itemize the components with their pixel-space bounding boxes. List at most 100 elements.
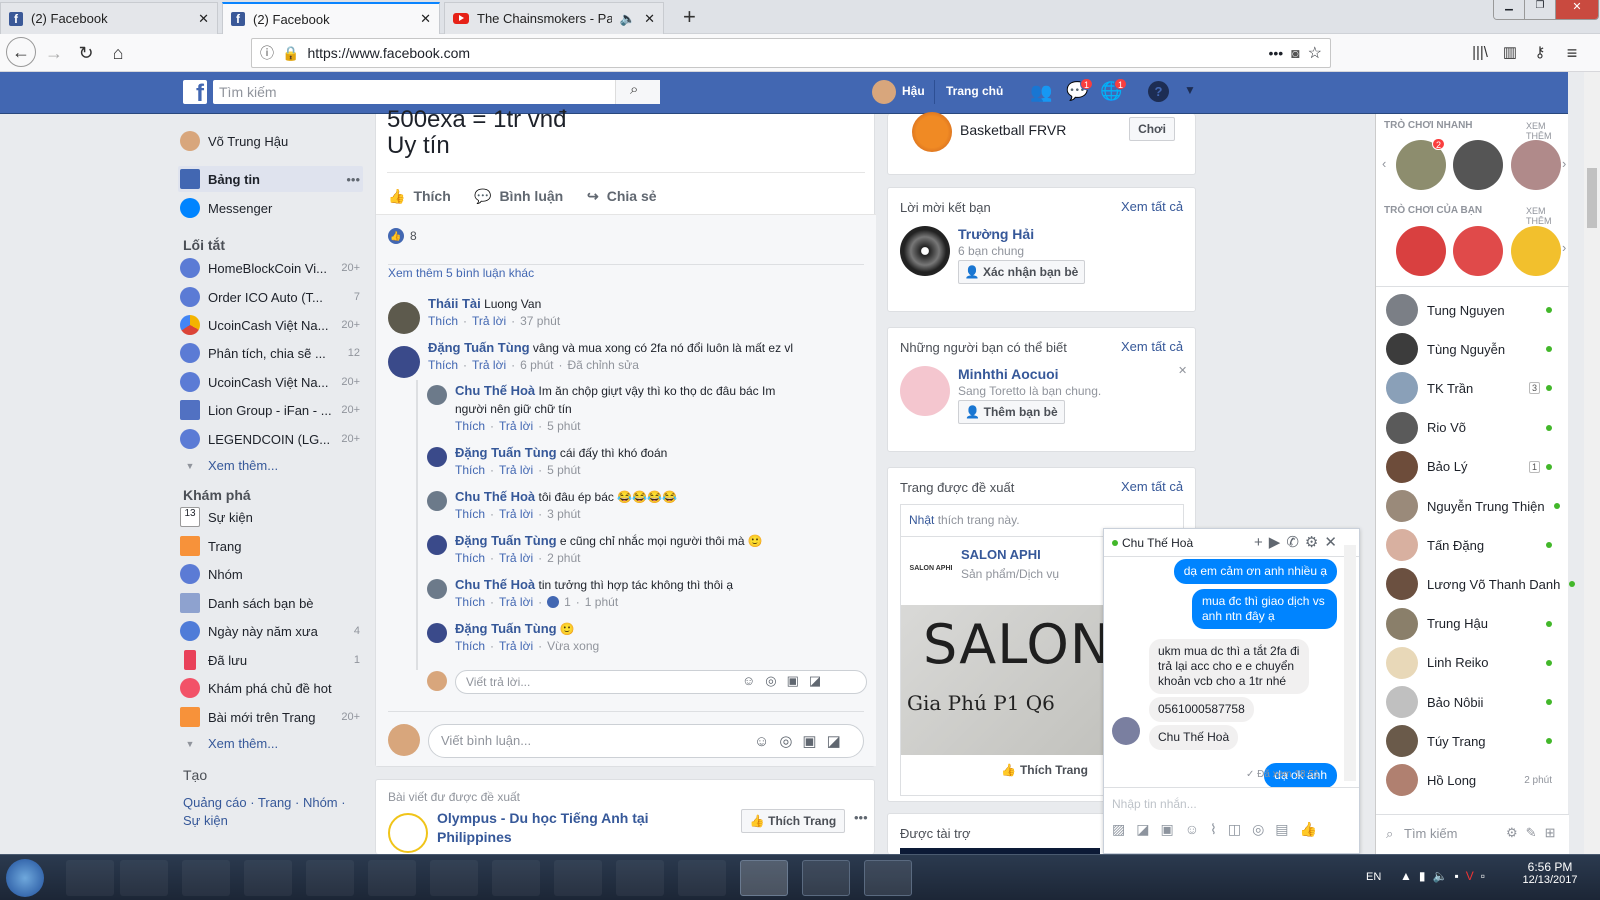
chat-friend-item[interactable]: Lương Võ Thanh Danh — [1386, 568, 1576, 601]
sticker-icon[interactable]: ◪ — [827, 733, 851, 750]
reply-like-link[interactable]: Thích — [455, 463, 485, 477]
facebook-logo-icon[interactable]: f — [183, 80, 207, 107]
chat-friend-item[interactable]: Bảo Nôbii — [1386, 686, 1566, 718]
start-button[interactable] — [6, 859, 44, 897]
url-bar[interactable]: ⓘ 🔒 https://www.facebook.com ••• ◙ ☆ — [251, 38, 1331, 68]
comment-reply-link[interactable]: Trả lời — [472, 358, 506, 372]
camera-icon[interactable]: ◎ — [765, 673, 786, 688]
shortcut-item[interactable]: Order ICO Auto (T... 7 — [180, 287, 360, 307]
reply-time[interactable]: 5 phút — [547, 419, 580, 433]
more-options-icon[interactable]: ••• — [346, 172, 360, 187]
replier-name[interactable]: Đặng Tuấn Tùng — [455, 445, 557, 460]
chevron-up-icon[interactable]: ▲ — [1400, 869, 1419, 883]
like-page-button[interactable]: 👍 Thích Trang — [741, 809, 845, 833]
search-button[interactable]: ⌕ — [615, 80, 660, 104]
request-avatar[interactable] — [900, 226, 950, 276]
gif-icon[interactable]: ▣ — [787, 673, 809, 688]
commenter-name[interactable]: Đặng Tuấn Tùng — [428, 340, 530, 355]
comment-like-link[interactable]: Thích — [428, 358, 458, 372]
shortcut-item[interactable]: Phân tích, chia sẽ ... 12 — [180, 343, 360, 363]
reply-avatar[interactable] — [427, 491, 447, 511]
speaker-icon[interactable]: 🔈 — [620, 11, 636, 27]
share-button[interactable]: ↪ Chia sẻ — [587, 188, 657, 205]
see-more-shortcuts[interactable]: ▼ Xem thêm... — [180, 458, 360, 473]
reply-avatar[interactable] — [427, 447, 447, 467]
close-tab-icon[interactable]: ✕ — [644, 11, 655, 27]
sidebar-item-saved[interactable]: Đã lưu 1 — [180, 650, 360, 670]
thumbs-up-icon[interactable]: 👍 — [1300, 821, 1328, 837]
reactions-summary[interactable]: 👍 8 — [388, 228, 417, 244]
help-icon[interactable]: ? — [1148, 81, 1169, 102]
reply-avatar[interactable] — [427, 535, 447, 555]
gif-icon[interactable]: ▣ — [802, 733, 826, 750]
paint-icon[interactable] — [616, 860, 664, 896]
compose-icon[interactable]: ✎ — [1526, 825, 1545, 840]
reply-like-link[interactable]: Thích — [455, 419, 485, 433]
replier-name[interactable]: Chu Thế Hoà — [455, 577, 535, 592]
calendar-icon[interactable]: ▤ — [1275, 821, 1299, 837]
volume-icon[interactable]: 🔈 — [1433, 869, 1455, 883]
sticker-icon[interactable]: ◪ — [809, 673, 831, 688]
see-more-games-link[interactable]: XEM THÊM — [1526, 206, 1568, 226]
app-icon[interactable] — [430, 860, 478, 896]
chat-friend-item[interactable]: Rio Võ — [1386, 411, 1566, 444]
app-icon[interactable] — [802, 860, 850, 896]
bookmark-star-icon[interactable]: ☆ — [1308, 43, 1322, 63]
winrar-icon[interactable] — [306, 860, 354, 896]
comment-time[interactable]: 37 phút — [520, 314, 560, 328]
reply-time[interactable]: Vừa xong — [547, 639, 599, 653]
reply-like-link[interactable]: Thích — [455, 639, 485, 653]
play-button[interactable]: Chơi — [1129, 117, 1175, 141]
mutual-friends[interactable]: 6 bạn chung — [958, 244, 1024, 258]
word-icon[interactable] — [678, 860, 726, 896]
friend-link[interactable]: Nhật — [909, 513, 934, 527]
gear-icon[interactable]: ⚙ — [1506, 825, 1526, 840]
chevron-right-icon[interactable]: › — [1562, 240, 1566, 255]
pymk-avatar[interactable] — [900, 366, 950, 416]
notification-icon[interactable]: ▫ — [1481, 869, 1492, 883]
see-all-link[interactable]: Xem tất cả — [1121, 199, 1183, 214]
reply-time[interactable]: 3 phút — [547, 507, 580, 521]
comment-reply-link[interactable]: Trả lời — [472, 314, 506, 328]
chevron-left-icon[interactable]: ‹ — [1382, 156, 1386, 171]
sidebar-item-messenger[interactable]: Messenger — [180, 198, 360, 218]
chat-input[interactable]: Nhập tin nhắn... — [1112, 797, 1197, 811]
reply-time[interactable]: 2 phút — [547, 551, 580, 565]
chat-search-input[interactable]: Tìm kiếm — [1404, 826, 1457, 841]
vietkey-icon[interactable]: V — [1466, 869, 1481, 883]
firefox-icon[interactable] — [740, 860, 788, 896]
media-player-icon[interactable] — [368, 860, 416, 896]
phone-icon[interactable]: ✆ — [1286, 534, 1305, 551]
key-icon[interactable]: ⚷ — [1526, 39, 1554, 67]
library-icon[interactable]: |||\ — [1466, 39, 1494, 67]
salon-logo[interactable]: SALON APHI — [909, 547, 953, 591]
app-icon[interactable] — [492, 860, 540, 896]
reply-avatar[interactable] — [427, 579, 447, 599]
replier-name[interactable]: Đặng Tuấn Tùng — [455, 621, 557, 636]
reply-like-link[interactable]: Thích — [455, 507, 485, 521]
profile-link[interactable]: Hậu — [902, 84, 925, 98]
chrome-icon[interactable] — [244, 860, 292, 896]
user-avatar[interactable] — [872, 80, 896, 104]
file-explorer-icon[interactable] — [182, 860, 230, 896]
internet-explorer-icon[interactable] — [66, 860, 114, 896]
search-input[interactable]: Tìm kiếm — [213, 80, 660, 104]
game-thumbnail[interactable] — [1453, 140, 1503, 190]
salon-name[interactable]: SALON APHI — [961, 547, 1041, 562]
commenter-avatar[interactable] — [388, 346, 420, 378]
friend-requests-icon[interactable]: 👥 — [1030, 82, 1052, 103]
restore-button[interactable]: ❐ — [1524, 0, 1555, 19]
reply-reply-link[interactable]: Trả lời — [499, 551, 533, 565]
chat-friend-item[interactable]: Trung Hậu — [1386, 607, 1566, 640]
create-links[interactable]: Quảng cáo · Trang · Nhóm · — [183, 795, 346, 810]
home-button[interactable]: ⌂ — [104, 39, 132, 67]
sidebar-item-memories[interactable]: Ngày này năm xưa 4 — [180, 621, 360, 641]
shortcut-item[interactable]: UcoinCash Việt Na... 20+ — [180, 372, 360, 392]
request-name[interactable]: Trường Hải — [958, 226, 1034, 242]
commenter-avatar[interactable] — [388, 302, 420, 334]
emoji-icon[interactable]: ☺ — [754, 733, 779, 750]
menu-icon[interactable]: ≡ — [1558, 39, 1586, 67]
info-icon[interactable]: ⓘ — [260, 43, 274, 63]
chat-friend-item[interactable]: Tùng Nguyễn — [1386, 333, 1566, 366]
create-event-link[interactable]: Sự kiện — [183, 813, 228, 828]
